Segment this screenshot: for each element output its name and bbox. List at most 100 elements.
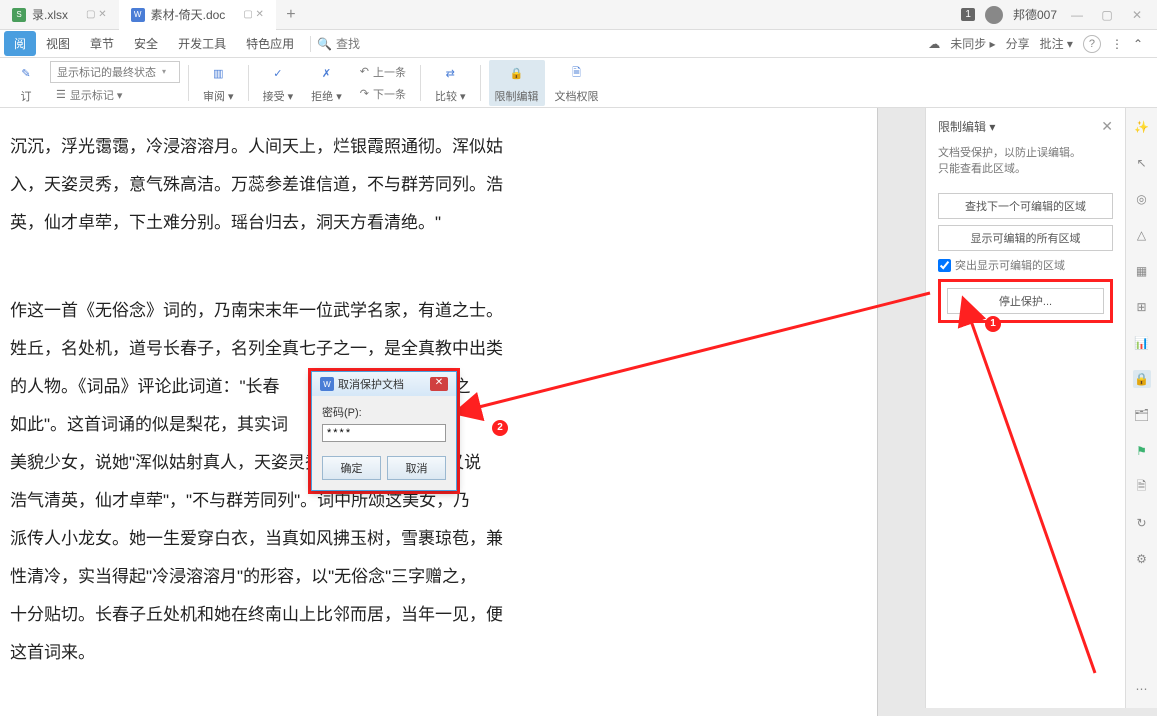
cursor-icon[interactable]: ↖ [1133, 154, 1151, 172]
apps-icon[interactable]: ⊞ [1133, 298, 1151, 316]
next-icon: ↷ [360, 87, 369, 100]
compare-button[interactable]: ⇄比较 ▾ [429, 60, 472, 106]
restrict-editing-panel: 限制编辑 ▾ ✕ 文档受保护，以防止误编辑。 只能查看此区域。 查找下一个可编辑… [925, 108, 1125, 708]
avatar[interactable] [985, 6, 1003, 24]
reject-button[interactable]: ✗拒绝 ▾ [305, 60, 348, 106]
review-pane-button[interactable]: ▥审阅 ▾ [197, 60, 240, 106]
panel-description: 文档受保护，以防止误编辑。 只能查看此区域。 [938, 145, 1113, 177]
dialog-highlight: W取消保护文档 ✕ 密码(P): 确定 取消 [308, 368, 460, 494]
right-toolbar: ✨ ↖ ◎ △ ▦ ⊞ 📊 🔒 🗂 ⚑ 🗎 ↻ ⚙ ⋯ [1125, 108, 1157, 708]
doc-icon: W [131, 8, 145, 22]
show-all-regions-button[interactable]: 显示可编辑的所有区域 [938, 225, 1113, 251]
dialog-title: 取消保护文档 [338, 376, 404, 392]
menu-devtools[interactable]: 开发工具 [168, 31, 236, 56]
menu-bar: 阅 视图 章节 安全 开发工具 特色应用 🔍查找 ☁ 未同步 ▸ 分享 批注 ▾… [0, 30, 1157, 58]
highlight-regions-checkbox[interactable]: 突出显示可编辑的区域 [938, 257, 1113, 273]
lock-icon: 🔒 [505, 62, 529, 86]
lock-icon[interactable]: 🔒 [1133, 370, 1151, 388]
doc-line: 派传人小龙女。她一生爱穿白衣，当真如风拂玉树，雪裹琼苞，兼 [10, 520, 867, 558]
chevron-icon[interactable]: ⌃ [1133, 37, 1143, 51]
next-change-button[interactable]: ↷下一条 [354, 84, 412, 104]
share-link[interactable]: 分享 [1006, 35, 1030, 52]
close-button[interactable]: ✕ [1127, 5, 1147, 25]
flag-icon[interactable]: ⚑ [1133, 442, 1151, 460]
new-tab-button[interactable]: + [276, 6, 306, 24]
separator [248, 65, 249, 101]
menu-view[interactable]: 视图 [36, 31, 80, 56]
accept-button[interactable]: ✓接受 ▾ [257, 60, 300, 106]
separator [188, 65, 189, 101]
doc-line: 十分贴切。长春子丘处机和她在终南山上比邻而居，当年一见，便 [10, 596, 867, 634]
stability-badge: 1 [961, 8, 975, 21]
doc-icon[interactable]: 🗎 [1133, 478, 1151, 496]
user-name: 邦德007 [1013, 6, 1057, 23]
doc-line: 入，天姿灵秀，意气殊高洁。万蕊参差谁信道，不与群芳同列。浩 [10, 166, 867, 204]
menu-review[interactable]: 阅 [4, 31, 36, 56]
tab-doc[interactable]: W 素材-倚天.doc ▢ ✕ [119, 0, 276, 30]
tab-controls: ▢ ✕ [86, 9, 107, 20]
cloud-icon: ☁ [928, 37, 940, 51]
grid-icon[interactable]: ▦ [1133, 262, 1151, 280]
password-label: 密码(P): [322, 404, 446, 420]
markup-dropdown[interactable]: 显示标记的最终状态▾ [50, 61, 180, 83]
wand-icon[interactable]: ✨ [1133, 118, 1151, 136]
prev-icon: ↶ [360, 65, 369, 78]
tab-controls: ▢ ✕ [243, 9, 264, 20]
track-changes-button[interactable]: ✎ 订 [8, 60, 44, 106]
pane-icon: ▥ [206, 62, 230, 86]
help-icon[interactable]: ? [1083, 35, 1101, 53]
annotate-link[interactable]: 批注 ▾ [1040, 35, 1073, 52]
reject-icon: ✗ [314, 62, 338, 86]
chart-icon[interactable]: 📊 [1133, 334, 1151, 352]
panel-close-button[interactable]: ✕ [1101, 118, 1113, 135]
stop-protection-button[interactable]: 停止保护... [947, 288, 1104, 314]
ribbon: ✎ 订 显示标记的最终状态▾ ☰显示标记 ▾ ▥审阅 ▾ ✓接受 ▾ ✗拒绝 ▾… [0, 58, 1157, 108]
compare-icon: ⇄ [438, 62, 462, 86]
restrict-editing-button[interactable]: 🔒限制编辑 [489, 60, 545, 106]
cancel-button[interactable]: 取消 [387, 456, 446, 480]
more-icon[interactable]: ⋮ [1111, 37, 1123, 51]
menu-special[interactable]: 特色应用 [236, 31, 304, 56]
maximize-button[interactable]: ▢ [1097, 5, 1117, 25]
more-icon[interactable]: ⋯ [1133, 680, 1151, 698]
annotation-badge-2: 2 [492, 420, 508, 436]
tab-label: 录.xlsx [32, 6, 68, 23]
sync-status[interactable]: 未同步 ▸ [950, 35, 995, 52]
track-icon: ✎ [14, 62, 38, 86]
show-marks-icon: ☰ [56, 88, 66, 101]
password-input[interactable] [322, 424, 446, 442]
doc-line: 这首词来。 [10, 634, 867, 672]
dialog-titlebar[interactable]: W取消保护文档 ✕ [312, 372, 456, 396]
perms-icon: 🗎 [565, 62, 589, 86]
tab-xlsx[interactable]: S 录.xlsx ▢ ✕ [0, 0, 119, 30]
highlight-checkbox-input[interactable] [938, 259, 951, 272]
menu-chapter[interactable]: 章节 [80, 31, 124, 56]
dialog-close-button[interactable]: ✕ [430, 377, 448, 391]
separator [310, 36, 311, 52]
separator [420, 65, 421, 101]
ok-button[interactable]: 确定 [322, 456, 381, 480]
doc-line: 英，仙才卓荦，下土难分别。瑶台归去，洞天方看清绝。" [10, 204, 867, 242]
minimize-button[interactable]: — [1067, 5, 1087, 25]
menu-safety[interactable]: 安全 [124, 31, 168, 56]
folder-icon[interactable]: 🗂 [1133, 406, 1151, 424]
find-next-region-button[interactable]: 查找下一个可编辑的区域 [938, 193, 1113, 219]
stop-protection-highlight: 停止保护... [938, 279, 1113, 323]
show-marks-dropdown[interactable]: ☰显示标记 ▾ [50, 85, 180, 105]
menu-search[interactable]: 🔍查找 [317, 35, 360, 52]
refresh-icon[interactable]: ↻ [1133, 514, 1151, 532]
unprotect-dialog: W取消保护文档 ✕ 密码(P): 确定 取消 [311, 371, 457, 491]
doc-line: 作这一首《无俗念》词的，乃南宋末年一位武学名家，有道之士。 [10, 292, 867, 330]
header-actions: ☁ 未同步 ▸ 分享 批注 ▾ ? ⋮ ⌃ [928, 35, 1153, 53]
gear-icon[interactable]: ⚙ [1133, 550, 1151, 568]
panel-title: 限制编辑 ▾ [938, 118, 995, 135]
doc-line: 沉沉，浮光霭霭，冷浸溶溶月。人间天上，烂银霞照通彻。浑似姑 [10, 128, 867, 166]
target-icon[interactable]: ◎ [1133, 190, 1151, 208]
sheet-icon: S [12, 8, 26, 22]
user-area: 1 邦德007 — ▢ ✕ [961, 5, 1157, 25]
triangle-icon[interactable]: △ [1133, 226, 1151, 244]
doc-permissions-button[interactable]: 🗎文档权限 [549, 60, 605, 106]
ribbon-tracking: ✎ 订 显示标记的最终状态▾ ☰显示标记 ▾ [8, 60, 180, 106]
prev-change-button[interactable]: ↶上一条 [354, 62, 412, 82]
search-icon: 🔍 [317, 37, 332, 51]
